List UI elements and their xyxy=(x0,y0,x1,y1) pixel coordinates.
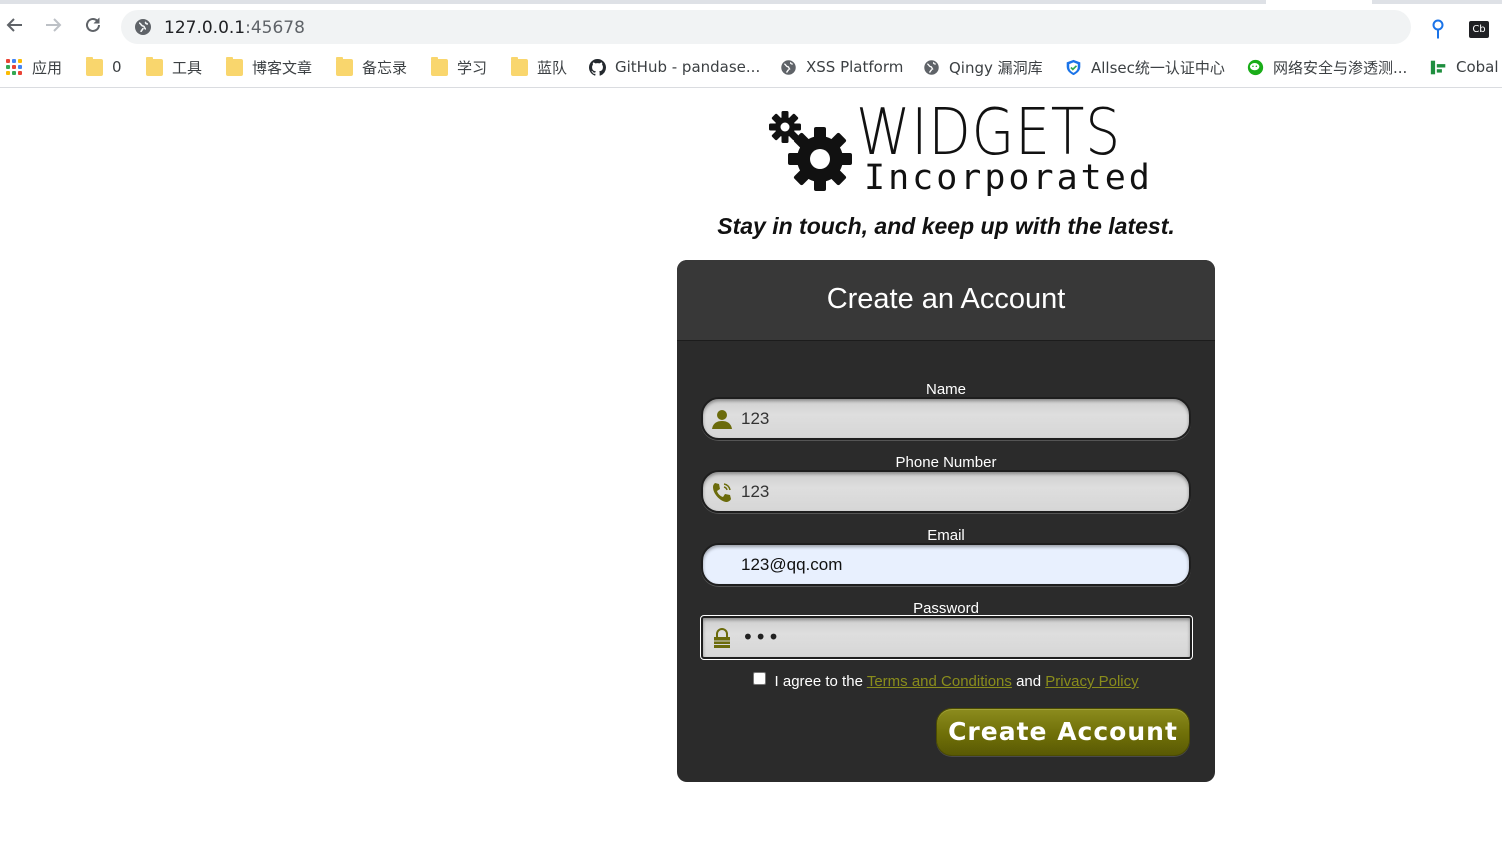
phone-icon xyxy=(713,483,731,502)
lock-icon xyxy=(714,628,730,648)
back-button[interactable] xyxy=(0,10,30,40)
folder-icon xyxy=(431,56,448,76)
agree-and: and xyxy=(1016,673,1042,690)
bookmark-apps[interactable]: 应用 xyxy=(6,56,62,78)
folder-icon xyxy=(511,56,528,76)
bookmark-label: 应用 xyxy=(32,58,63,77)
bookmark-label: XSS Platform xyxy=(806,58,904,76)
site-info-icon[interactable] xyxy=(133,17,153,37)
folder-icon xyxy=(86,56,103,76)
page-content: WIDGETS Incorporated Stay in touch, and … xyxy=(0,89,1502,850)
password-mask: ••• xyxy=(742,625,781,649)
arrow-left-icon xyxy=(6,18,22,32)
reload-icon xyxy=(86,17,100,32)
bookmark-label: 网络安全与渗透测... xyxy=(1273,58,1408,77)
bookmark-folder-0[interactable]: 0 xyxy=(86,56,122,78)
password-field[interactable]: ••• xyxy=(700,615,1193,660)
arrow-right-icon xyxy=(46,18,62,32)
bookmark-label: 工具 xyxy=(172,58,203,77)
folder-icon xyxy=(146,56,163,76)
privacy-link[interactable]: Privacy Policy xyxy=(1045,673,1138,690)
bookmark-folder-blog[interactable]: 博客文章 xyxy=(226,56,312,78)
agree-prefix: I agree to the xyxy=(774,673,863,690)
create-account-button[interactable]: Create Account xyxy=(936,708,1190,756)
bookmark-folder-study[interactable]: 学习 xyxy=(431,56,487,78)
email-value: 123@qq.com xyxy=(741,555,843,574)
signup-form-card: Create an Account Name 123 Phone Number … xyxy=(677,260,1215,782)
user-icon xyxy=(712,410,732,429)
gears-icon xyxy=(769,111,852,191)
wechat-icon xyxy=(1247,59,1264,75)
folder-icon xyxy=(226,56,243,76)
email-field[interactable]: 123@qq.com xyxy=(701,543,1191,586)
agree-checkbox[interactable] xyxy=(753,672,767,685)
bookmark-label: 备忘录 xyxy=(362,58,408,77)
phone-field[interactable]: 123 xyxy=(701,470,1191,513)
github-icon xyxy=(589,58,606,76)
bookmark-qingy[interactable]: Qingy 漏洞库 xyxy=(923,56,1043,78)
bookmark-wechat-article[interactable]: 网络安全与渗透测... xyxy=(1247,56,1407,78)
globe-icon xyxy=(924,59,939,75)
bar-logo-icon xyxy=(1430,60,1446,74)
terms-link[interactable]: Terms and Conditions xyxy=(867,673,1012,690)
shield-icon xyxy=(1066,59,1081,75)
browser-toolbar: 127.0.0.1:45678 Cb xyxy=(0,4,1502,48)
password-label: Password xyxy=(913,600,979,617)
bookmark-allsec[interactable]: Allsec统一认证中心 xyxy=(1065,56,1225,78)
email-label: Email xyxy=(927,527,965,544)
apps-grid-icon xyxy=(6,58,23,76)
bookmark-label: 博客文章 xyxy=(252,58,313,77)
bookmark-folder-blueteam[interactable]: 蓝队 xyxy=(511,56,567,78)
logo-wordmark: WIDGETS xyxy=(856,96,1122,170)
bookmark-cobalt[interactable]: Cobal xyxy=(1430,56,1499,78)
bookmark-label: 学习 xyxy=(457,58,488,77)
bookmark-github[interactable]: GitHub - pandase... xyxy=(589,56,760,78)
name-field[interactable]: 123 xyxy=(701,397,1191,440)
bookmark-label: Allsec统一认证中心 xyxy=(1091,58,1225,77)
bookmarks-bar: 应用 0 工具 博客文章 备忘录 学习 蓝队 GitHub - pandase.… xyxy=(0,48,1502,88)
address-bar[interactable]: 127.0.0.1:45678 xyxy=(121,10,1411,44)
bookmark-label: GitHub - pandase... xyxy=(615,58,761,76)
bookmark-label: 蓝队 xyxy=(537,58,568,77)
globe-icon xyxy=(781,59,796,75)
bookmark-label: Qingy 漏洞库 xyxy=(949,58,1043,77)
name-label: Name xyxy=(925,381,966,398)
reload-button[interactable] xyxy=(78,10,108,40)
phone-label: Phone Number xyxy=(895,454,997,471)
tagline: Stay in touch, and keep up with the late… xyxy=(717,213,1175,239)
logo-subtitle: Incorporated xyxy=(864,158,1153,198)
form-title: Create an Account xyxy=(826,283,1066,315)
extension-cb-button[interactable]: Cb xyxy=(1469,21,1489,38)
forward-button[interactable] xyxy=(38,10,68,40)
bookmark-label: Cobal xyxy=(1456,58,1499,76)
folder-icon xyxy=(336,56,353,76)
terms-agreement: I agree to the Terms and Conditions and … xyxy=(677,672,1215,690)
bookmark-xss-platform[interactable]: XSS Platform xyxy=(780,56,903,78)
url-text: 127.0.0.1:45678 xyxy=(164,18,305,38)
widgets-logo: WIDGETS Incorporated xyxy=(768,101,1150,197)
location-pin-icon[interactable] xyxy=(1428,18,1448,42)
bookmark-folder-memo[interactable]: 备忘录 xyxy=(336,56,407,78)
bookmark-folder-tools[interactable]: 工具 xyxy=(146,56,202,78)
name-value: 123 xyxy=(741,409,770,428)
bookmark-label: 0 xyxy=(112,58,122,76)
form-header: Create an Account xyxy=(677,260,1215,341)
phone-value: 123 xyxy=(741,482,770,501)
